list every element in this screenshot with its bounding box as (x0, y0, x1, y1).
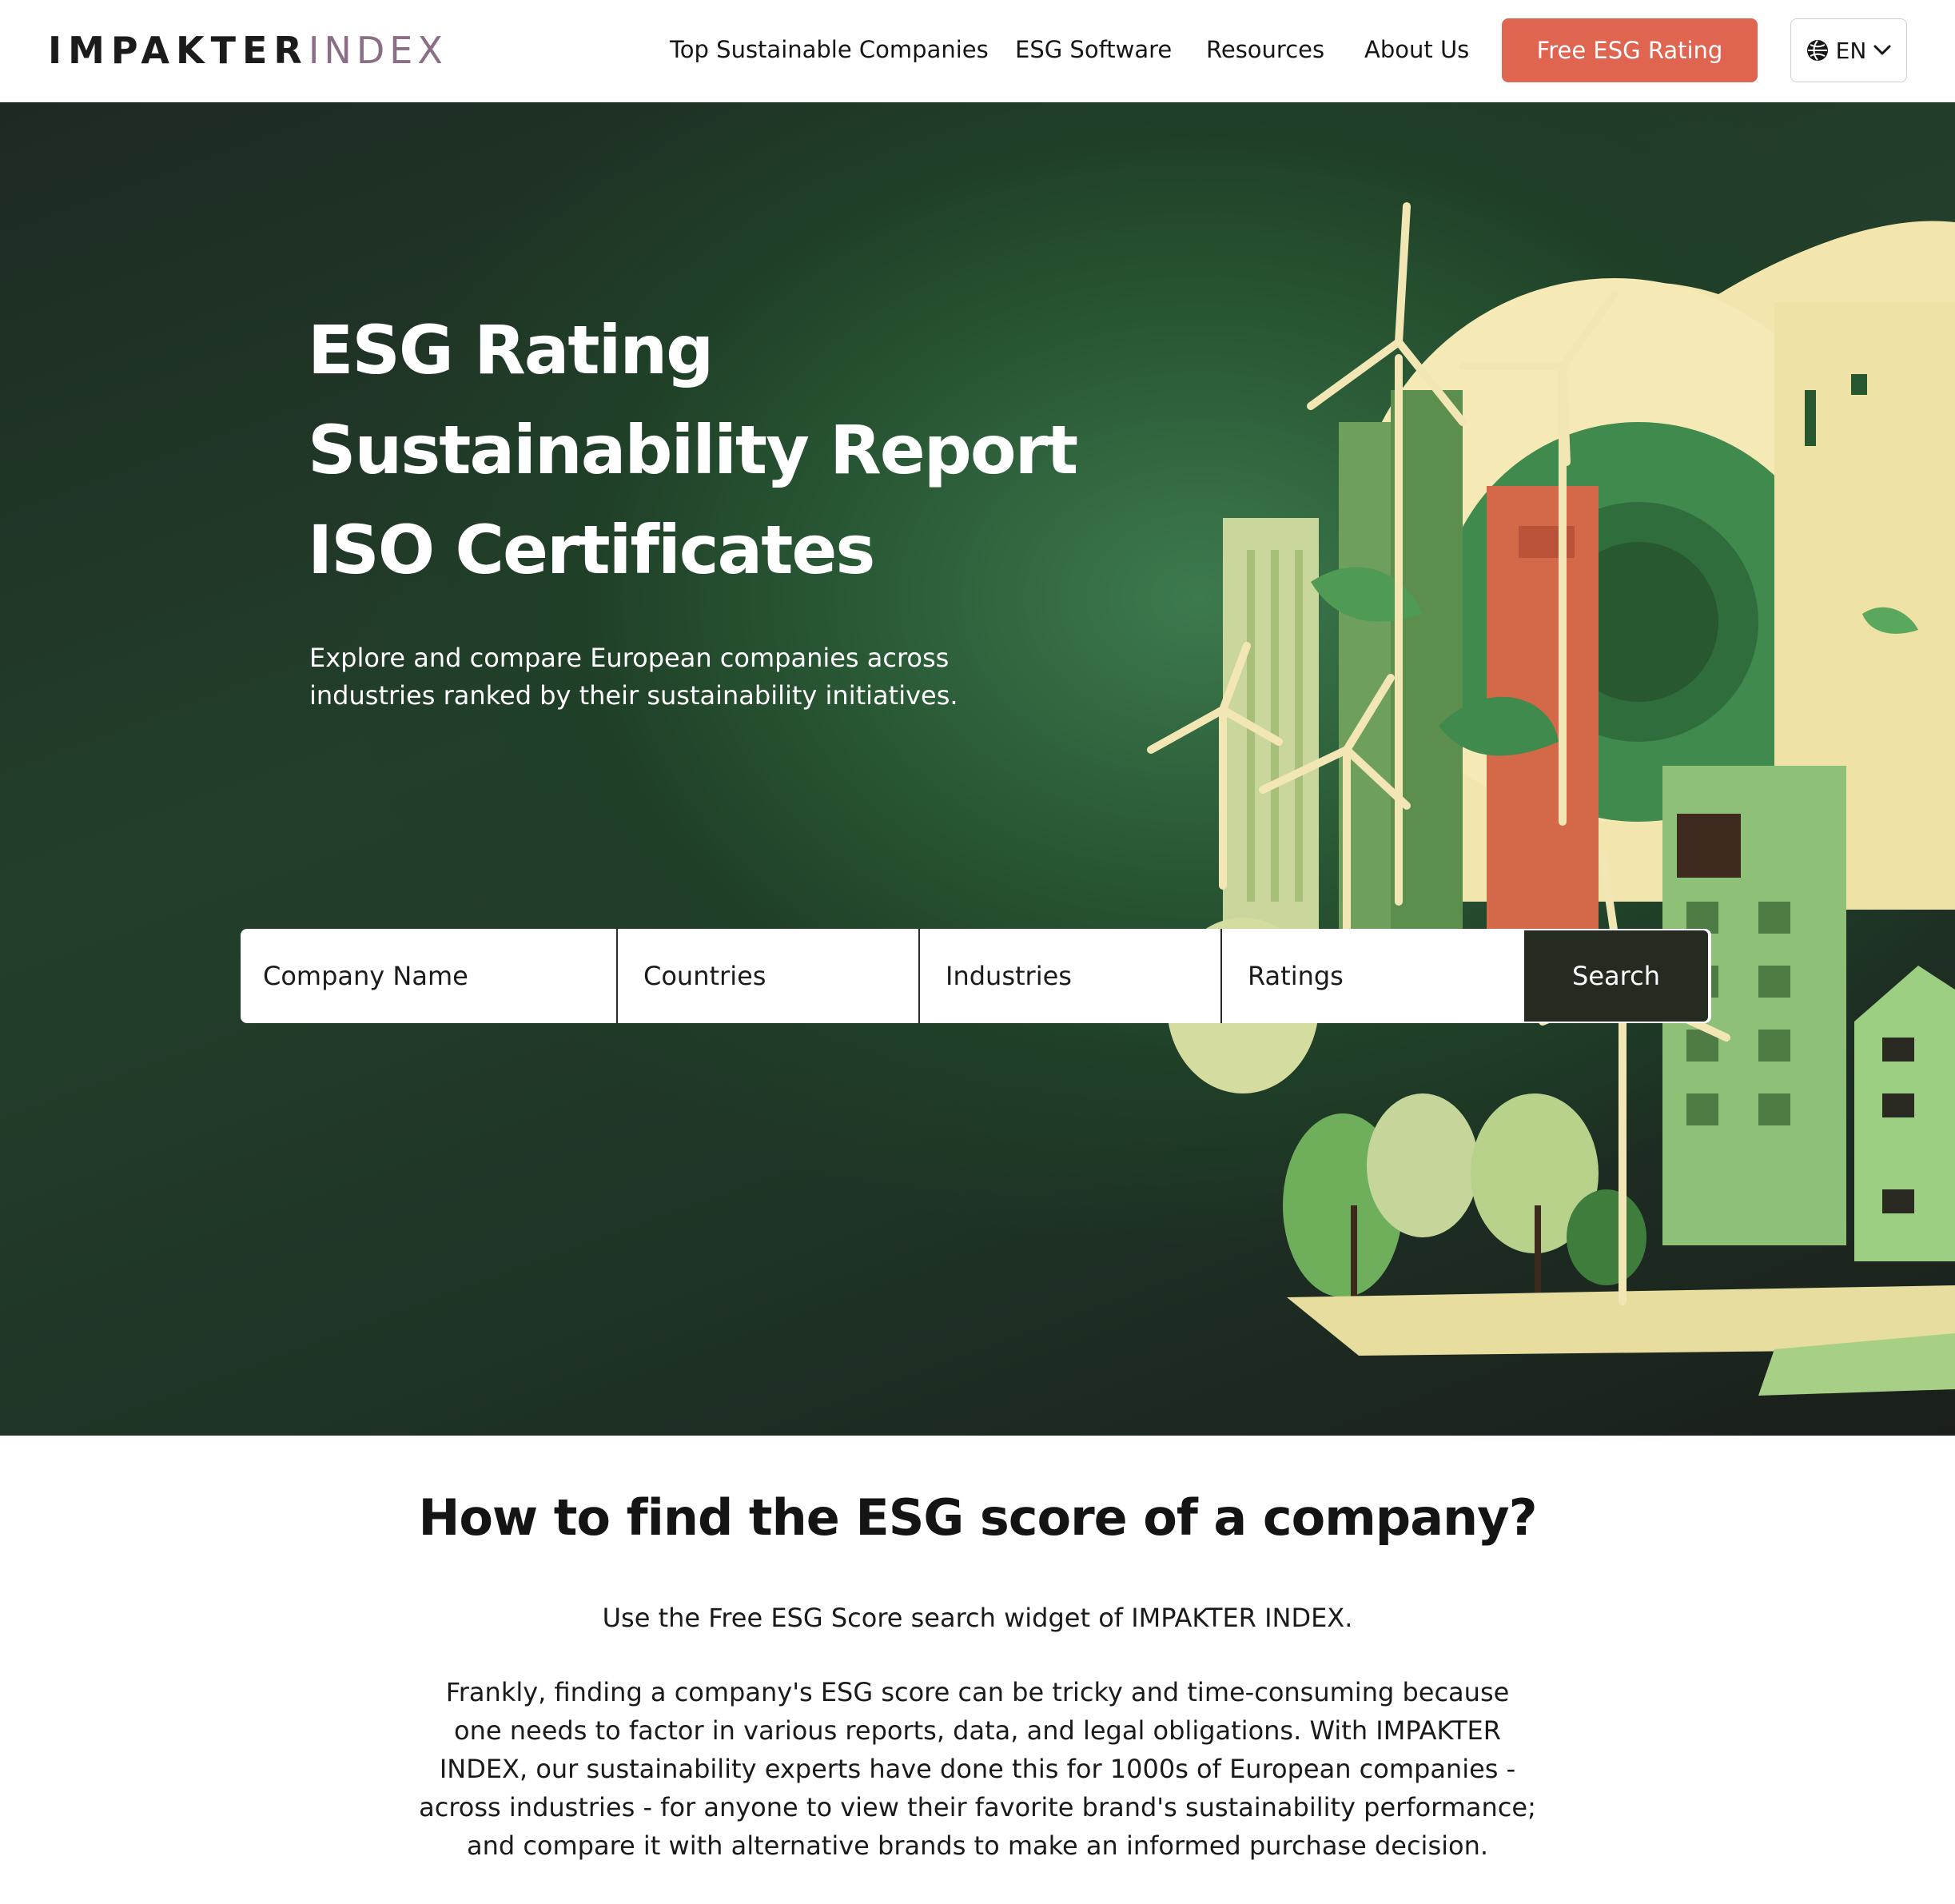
language-code: EN (1835, 37, 1867, 64)
countries-dropdown[interactable]: Countries (616, 929, 918, 1023)
industries-dropdown[interactable]: Industries (918, 929, 1220, 1023)
paragraph-line-2: one needs to factor in various reports, … (454, 1715, 1501, 1746)
hero-title-iso-certificates: ISO Certificates (308, 511, 875, 589)
hero-subtitle-line-1: Explore and compare European companies a… (309, 643, 950, 673)
free-esg-rating-button[interactable]: Free ESG Rating (1502, 18, 1758, 82)
nav-esg-software[interactable]: ESG Software (1015, 32, 1172, 67)
nav-about-us[interactable]: About Us (1364, 32, 1469, 67)
company-name-input[interactable]: Company Name (241, 929, 616, 1023)
paragraph-line-4: across industries - for anyone to view t… (419, 1792, 1536, 1822)
logo-secondary-text: INDEX (308, 29, 448, 72)
section-heading: How to find the ESG score of a company? (418, 1488, 1537, 1547)
paragraph-line-1: Frankly, finding a company's ESG score c… (445, 1677, 1510, 1707)
section-lead: Use the Free ESG Score search widget of … (602, 1603, 1353, 1633)
globe-icon (1806, 38, 1830, 62)
language-selector[interactable]: EN (1790, 18, 1907, 82)
company-search-bar: Company Name Countries Industries Rating… (241, 929, 1711, 1023)
nav-top-sustainable-companies[interactable]: Top Sustainable Companies (670, 32, 989, 67)
impakter-index-logo[interactable]: IMPAKTERINDEX (48, 29, 448, 72)
site-header: IMPAKTERINDEX Top Sustainable Companies … (0, 0, 1955, 102)
hero-title-esg-rating: ESG Rating (308, 311, 714, 389)
logo-primary-text: IMPAKTER (48, 29, 309, 72)
eco-city-illustration (1147, 202, 1955, 1396)
paragraph-line-5: and compare it with alternative brands t… (466, 1830, 1489, 1861)
ratings-dropdown[interactable]: Ratings (1220, 929, 1524, 1023)
hero-title-sustainability-report: Sustainability Report (308, 411, 1078, 489)
paragraph-line-3: INDEX, our sustainability experts have d… (439, 1754, 1516, 1784)
search-button[interactable]: Search (1524, 930, 1708, 1022)
hero-subtitle-line-2: industries ranked by their sustainabilit… (309, 680, 958, 711)
hero-section: ESG Rating Sustainability Report ISO Cer… (0, 102, 1955, 1436)
nav-resources[interactable]: Resources (1206, 32, 1324, 67)
chevron-down-icon (1873, 44, 1892, 57)
